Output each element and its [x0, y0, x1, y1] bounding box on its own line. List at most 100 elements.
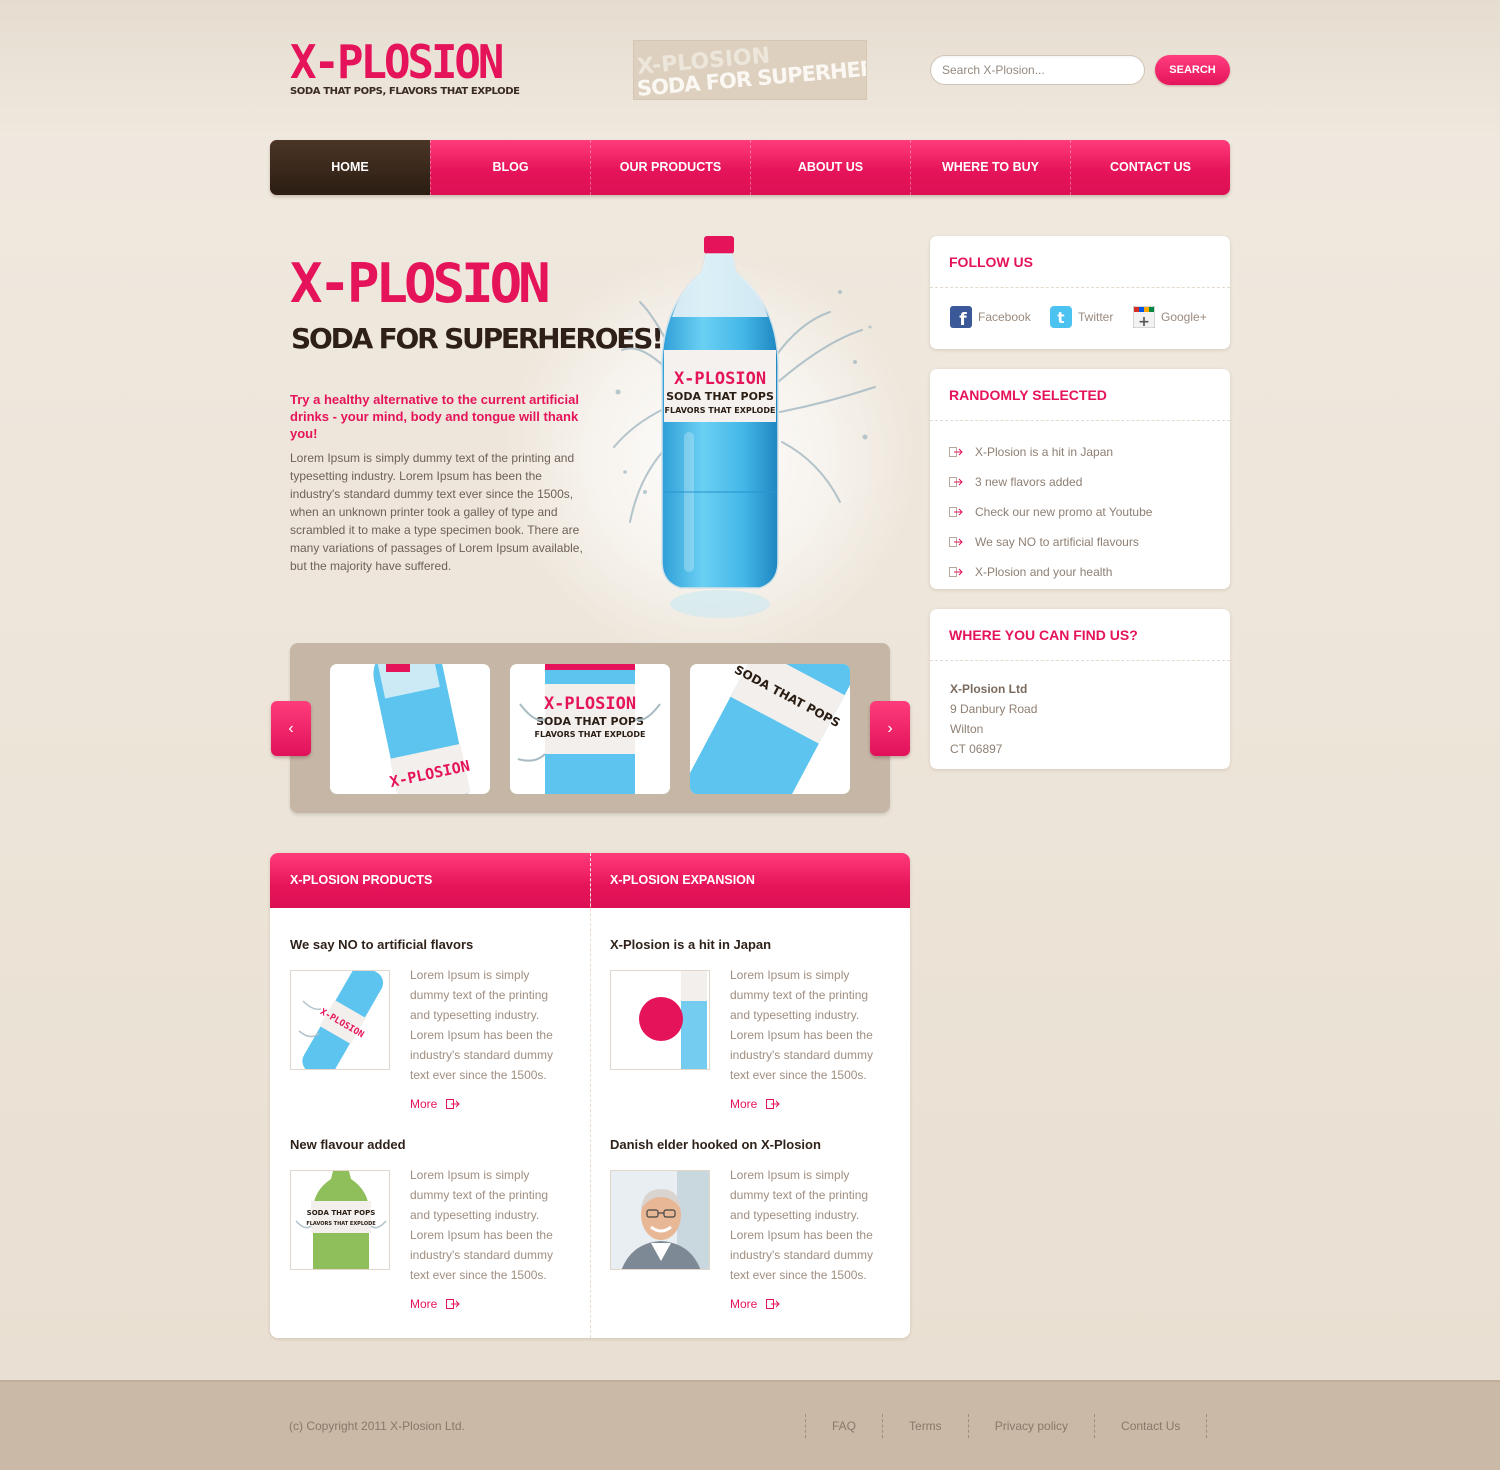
- follow-us-title: FOLLOW US: [930, 236, 1230, 288]
- facebook-label: Facebook: [978, 310, 1031, 324]
- random-item[interactable]: 3 new flavors added: [949, 467, 1211, 497]
- article-image[interactable]: [610, 1170, 710, 1270]
- nav-our-products[interactable]: OUR PRODUCTS: [590, 140, 750, 195]
- google-plus-label: Google+: [1161, 310, 1207, 324]
- products-column-title: X-PLOSION PRODUCTS: [290, 873, 433, 887]
- thumb-label-line1: SODA THAT POPS: [536, 715, 644, 728]
- arrow-exit-icon: [949, 507, 963, 517]
- random-item-label: Check our new promo at Youtube: [975, 505, 1153, 519]
- arrow-exit-icon: [446, 1099, 461, 1109]
- green-bottle-label-line1: SODA THAT POPS: [307, 1209, 376, 1217]
- slider-thumb-2[interactable]: X-PLOSION SODA THAT POPS FLAVORS THAT EX…: [510, 664, 670, 794]
- svg-text:t: t: [1057, 309, 1064, 327]
- expansion-column-title: X-PLOSION EXPANSION: [610, 873, 755, 887]
- footer-link-contact-us[interactable]: Contact Us: [1094, 1414, 1208, 1438]
- news-header-divider: [590, 853, 591, 908]
- arrow-exit-icon: [766, 1299, 781, 1309]
- footer-link-terms[interactable]: Terms: [882, 1414, 968, 1438]
- facebook-link[interactable]: f Facebook: [950, 306, 1031, 328]
- random-item[interactable]: We say NO to artificial flavours: [949, 527, 1211, 557]
- japan-flag-article-image: [639, 971, 707, 1069]
- slider-next-button[interactable]: ›: [870, 701, 910, 756]
- nav-home[interactable]: HOME: [270, 140, 430, 195]
- hero-lead: Try a healthy alternative to the current…: [290, 392, 579, 441]
- footer: [0, 1380, 1500, 1470]
- random-item-label: We say NO to artificial flavours: [975, 535, 1139, 549]
- random-item[interactable]: X-Plosion and your health: [949, 557, 1211, 587]
- bottle-label-title: X-PLOSION: [674, 369, 766, 389]
- more-label: More: [410, 1097, 438, 1111]
- news-column-divider: [590, 853, 591, 1338]
- bottle-label-line2: FLAVORS THAT EXPLODE: [665, 406, 776, 415]
- green-bottle-label-line2: FLAVORS THAT EXPLODE: [306, 1221, 376, 1227]
- svg-text:+: +: [1138, 314, 1150, 328]
- random-item-label: X-Plosion is a hit in Japan: [975, 445, 1114, 459]
- footer-link-privacy-policy[interactable]: Privacy policy: [967, 1414, 1094, 1438]
- bottle-article-image: X-PLOSION: [298, 971, 384, 1069]
- article-image[interactable]: SODA THAT POPS FLAVORS THAT EXPLODE: [290, 1170, 390, 1270]
- facebook-icon: f: [950, 306, 972, 328]
- bottle-label-thumb-image: X-PLOSION SODA THAT POPS FLAVORS THAT EX…: [517, 664, 661, 794]
- random-item[interactable]: X-Plosion is a hit in Japan: [949, 437, 1211, 467]
- thumb-label-line2: FLAVORS THAT EXPLODE: [535, 730, 646, 739]
- logo-title[interactable]: X-PLOSION: [290, 36, 504, 90]
- slider-prev-button[interactable]: ‹: [271, 701, 311, 756]
- more-label: More: [730, 1297, 758, 1311]
- article-title[interactable]: X-Plosion is a hit in Japan: [610, 937, 771, 952]
- arrow-exit-icon: [446, 1299, 461, 1309]
- article-text: Lorem Ipsum is simply dummy text of the …: [730, 1168, 874, 1282]
- article-text: Lorem Ipsum is simply dummy text of the …: [730, 968, 874, 1082]
- google-plus-icon: +: [1133, 306, 1155, 328]
- more-label: More: [410, 1297, 438, 1311]
- arrow-exit-icon: [766, 1099, 781, 1109]
- bottle-label-line1: SODA THAT POPS: [666, 390, 774, 403]
- find-us-panel: WHERE YOU CAN FIND US? X-Plosion Ltd 9 D…: [930, 609, 1230, 769]
- article-text: Lorem Ipsum is simply dummy text of the …: [410, 1168, 554, 1282]
- more-link[interactable]: More: [730, 1297, 781, 1311]
- address-block: X-Plosion Ltd 9 Danbury Road Wilton CT 0…: [930, 661, 1230, 759]
- random-item-label: X-Plosion and your health: [975, 565, 1113, 579]
- nav-about-us[interactable]: ABOUT US: [750, 140, 910, 195]
- chevron-right-icon: ›: [887, 720, 893, 737]
- address-city: Wilton: [950, 722, 984, 736]
- nav-blog[interactable]: BLOG: [430, 140, 590, 195]
- address-company: X-Plosion Ltd: [950, 682, 1028, 696]
- random-item-label: 3 new flavors added: [975, 475, 1083, 489]
- slider-thumb-3[interactable]: SODA THAT POPS: [690, 664, 850, 794]
- find-us-title: WHERE YOU CAN FIND US?: [930, 609, 1230, 661]
- news-box: X-PLOSION PRODUCTS X-PLOSION EXPANSION W…: [270, 853, 910, 1338]
- arrow-exit-icon: [949, 537, 963, 547]
- article-title[interactable]: We say NO to artificial flavors: [290, 937, 473, 952]
- slider-thumb-1[interactable]: X-PLOSION: [330, 664, 490, 794]
- randomly-selected-title: RANDOMLY SELECTED: [930, 369, 1230, 421]
- footer-link-faq[interactable]: FAQ: [805, 1414, 882, 1438]
- arrow-exit-icon: [949, 567, 963, 577]
- search-input[interactable]: [930, 55, 1145, 85]
- address-postcode: CT 06897: [950, 742, 1003, 756]
- more-link[interactable]: More: [730, 1097, 781, 1111]
- thumb-label-title: X-PLOSION: [544, 694, 636, 714]
- more-label: More: [730, 1097, 758, 1111]
- article-image[interactable]: [610, 970, 710, 1070]
- arrow-exit-icon: [949, 477, 963, 487]
- hero-bottle-image: X-PLOSION SODA THAT POPS FLAVORS THAT EX…: [613, 236, 876, 618]
- nav-contact-us[interactable]: CONTACT US: [1070, 140, 1230, 195]
- tilted-bottle-thumb-image: SODA THAT POPS: [690, 664, 850, 794]
- copyright-text: (c) Copyright 2011 X-Plosion Ltd.: [289, 1419, 465, 1433]
- article-title[interactable]: Danish elder hooked on X-Plosion: [610, 1137, 821, 1152]
- google-plus-link[interactable]: + Google+: [1133, 306, 1207, 328]
- article-image[interactable]: X-PLOSION: [290, 970, 390, 1070]
- twitter-icon: t: [1050, 306, 1072, 328]
- footer-links: FAQ Terms Privacy policy Contact Us: [805, 1414, 1208, 1438]
- more-link[interactable]: More: [410, 1097, 461, 1111]
- svg-text:f: f: [959, 310, 967, 328]
- slogan-stamp: X-PLOSION SODA FOR SUPERHEROES: [633, 40, 867, 100]
- nav-where-to-buy[interactable]: WHERE TO BUY: [910, 140, 1070, 195]
- more-link[interactable]: More: [410, 1297, 461, 1311]
- search-button[interactable]: SEARCH: [1155, 55, 1230, 85]
- article-title[interactable]: New flavour added: [290, 1137, 406, 1152]
- twitter-link[interactable]: t Twitter: [1050, 306, 1113, 328]
- hero-title: X-PLOSION: [290, 252, 551, 315]
- random-item[interactable]: Check our new promo at Youtube: [949, 497, 1211, 527]
- randomly-selected-panel: RANDOMLY SELECTED X-Plosion is a hit in …: [930, 369, 1230, 589]
